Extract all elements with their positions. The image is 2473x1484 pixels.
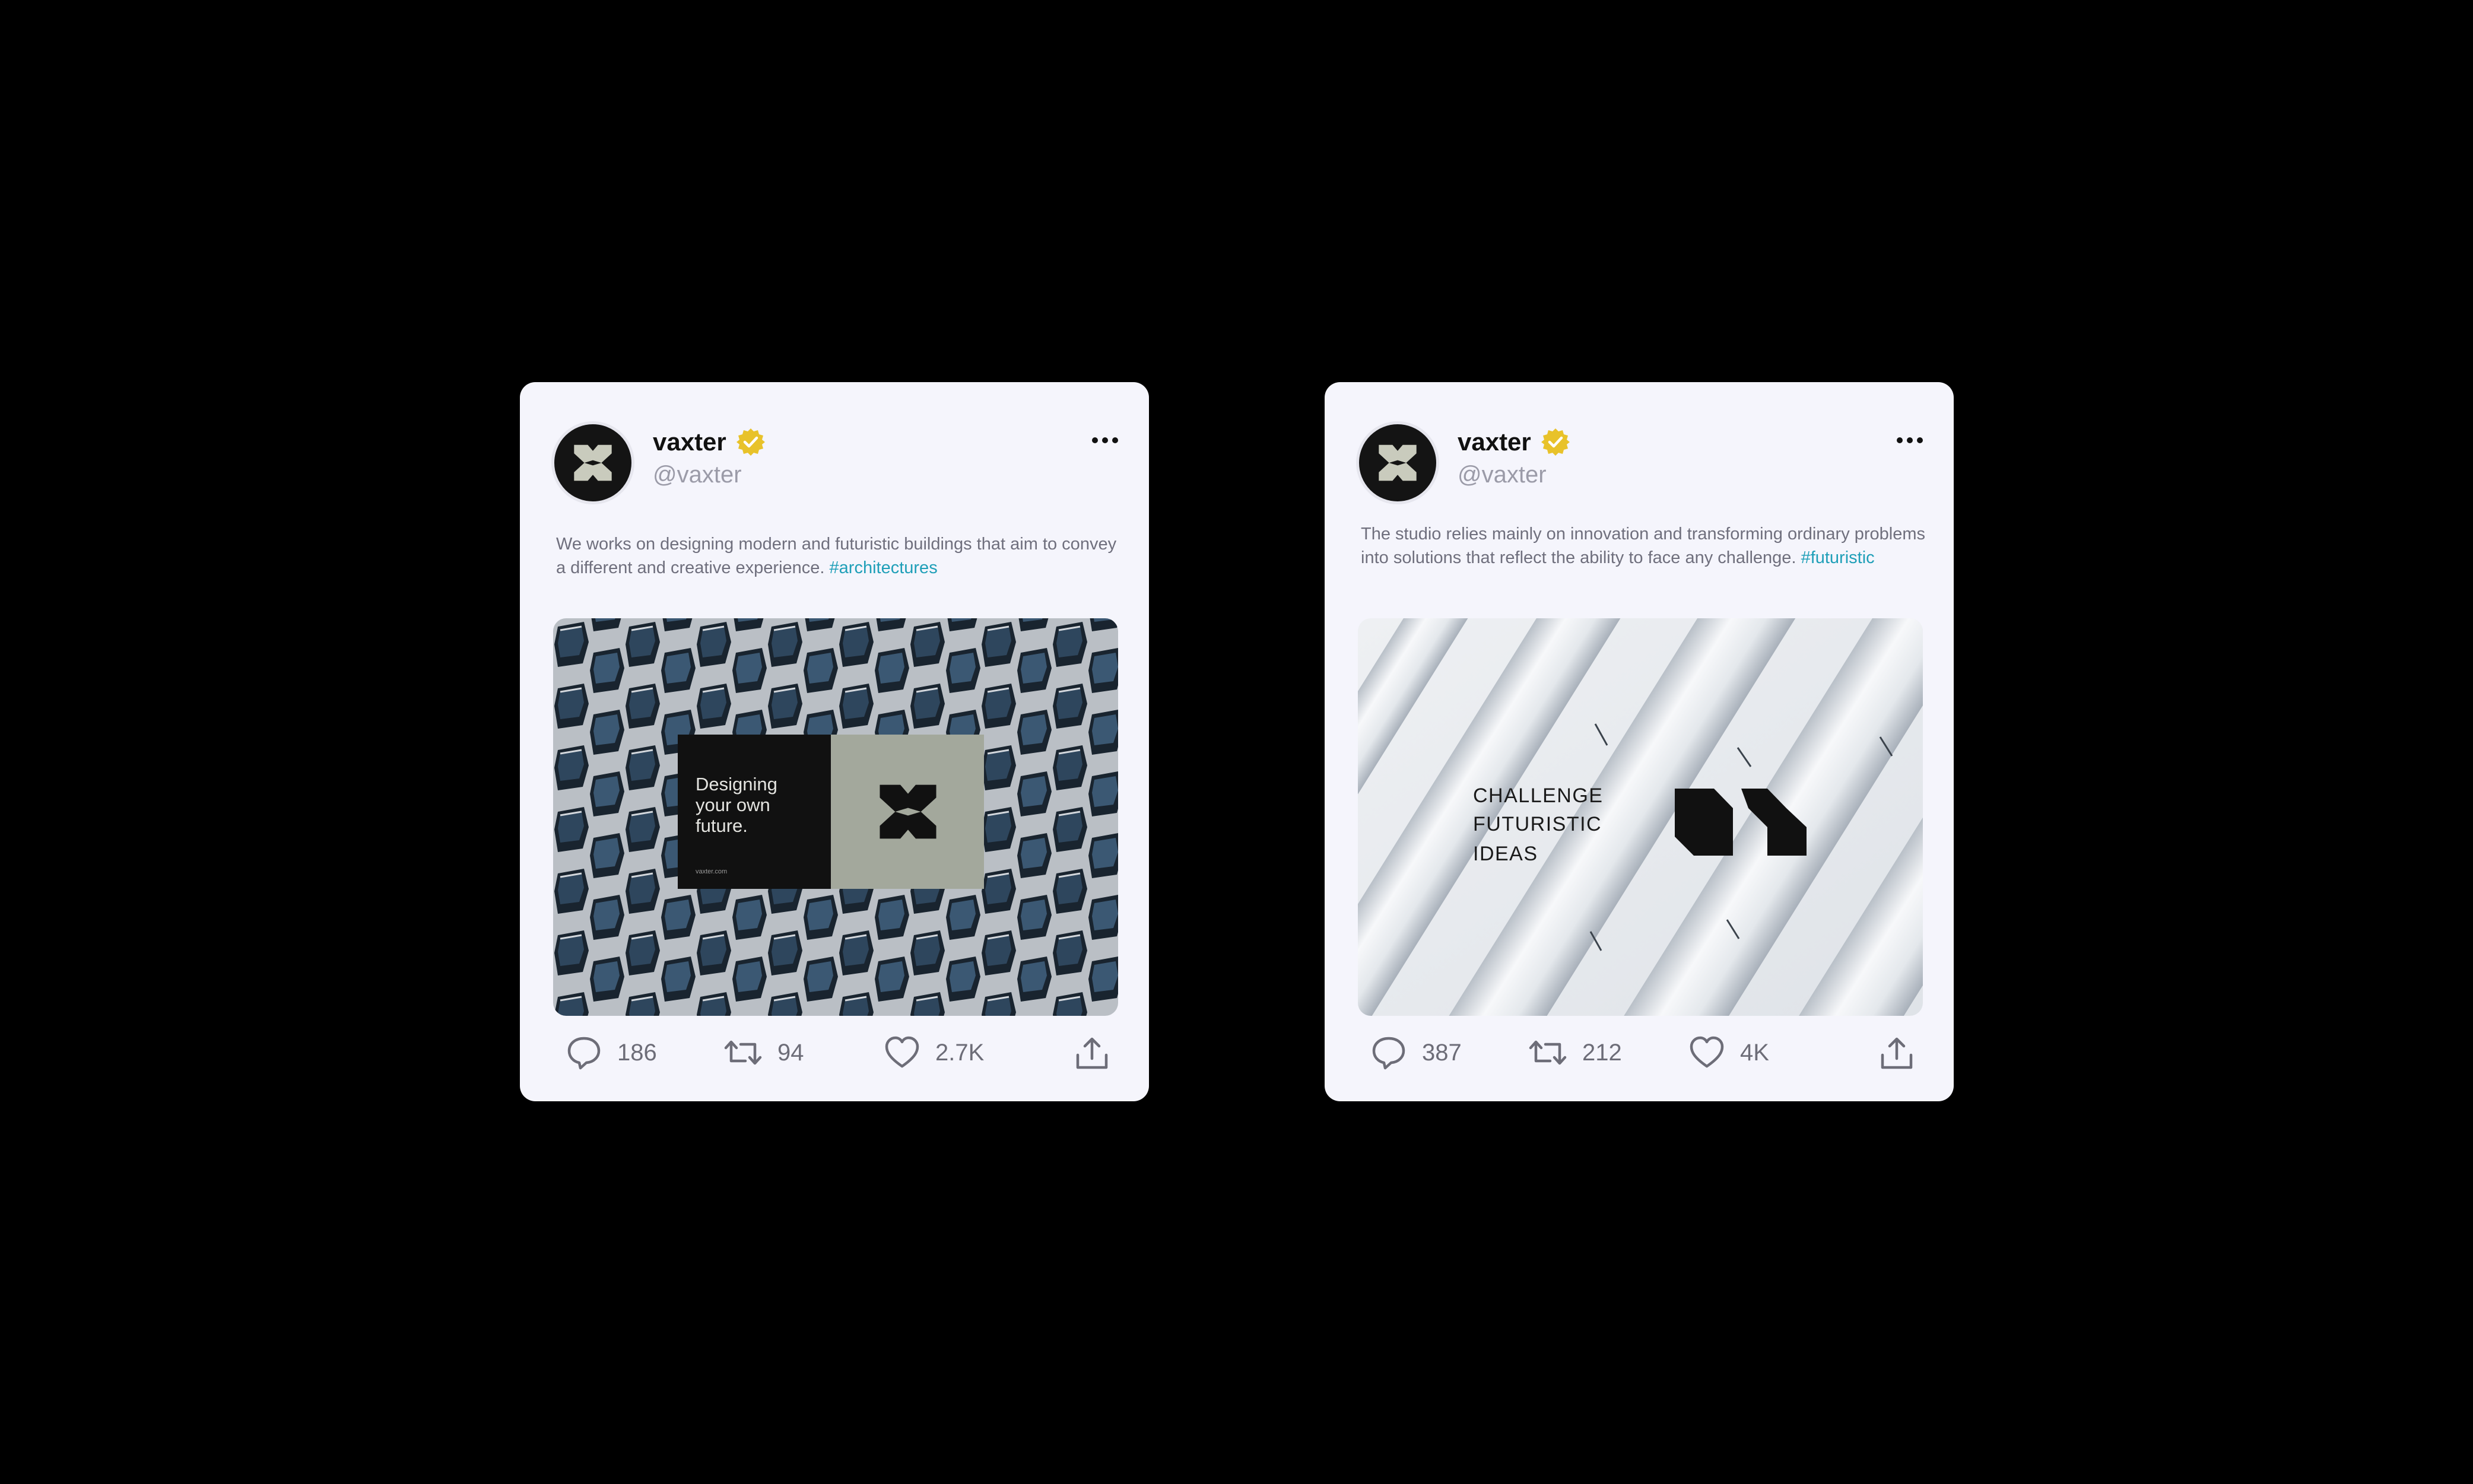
comment-button[interactable]: 387	[1371, 1031, 1462, 1074]
share-icon[interactable]	[1879, 1036, 1915, 1072]
repost-count: 212	[1582, 1039, 1622, 1066]
repost-icon	[1529, 1035, 1567, 1070]
comment-icon	[566, 1035, 602, 1070]
comment-button[interactable]: 186	[566, 1031, 657, 1074]
white-pipes-photo: CHALLENGE FUTURISTIC IDEAS	[1358, 618, 1923, 1016]
mockup-site-url: vaxter.com	[696, 868, 727, 875]
author-handle[interactable]: @vaxter	[653, 462, 742, 488]
honeycomb-facade-photo: Designing your own future. vaxter.com	[553, 618, 1118, 1016]
vaxter-logo-icon	[572, 441, 614, 484]
share-icon[interactable]	[1074, 1036, 1110, 1072]
like-count: 2.7K	[935, 1039, 985, 1066]
avatar[interactable]	[551, 421, 634, 504]
post-image[interactable]: CHALLENGE FUTURISTIC IDEAS	[1358, 618, 1923, 1016]
headline-line-2: FUTURISTIC	[1473, 813, 1602, 835]
verified-badge-icon	[736, 427, 766, 457]
comment-icon	[1371, 1035, 1407, 1070]
like-button[interactable]: 2.7K	[884, 1031, 984, 1074]
comment-count: 186	[617, 1039, 657, 1066]
author-name[interactable]: vaxter	[653, 428, 726, 456]
brand-mockup-card: Designing your own future. vaxter.com	[678, 735, 984, 889]
like-button[interactable]: 4K	[1689, 1031, 1769, 1074]
author-name[interactable]: vaxter	[1458, 428, 1531, 456]
heart-icon	[884, 1035, 920, 1070]
post-image[interactable]: Designing your own future. vaxter.com	[553, 618, 1118, 1016]
post-text: We works on designing modern and futuris…	[556, 532, 1126, 580]
repost-button[interactable]: 212	[1529, 1031, 1622, 1074]
post-card: vaxter @vaxter The studio relies mainly …	[1325, 382, 1954, 1101]
comment-count: 387	[1422, 1039, 1462, 1066]
verified-badge-icon	[1541, 427, 1570, 457]
hashtag-link[interactable]: #futuristic	[1801, 548, 1875, 567]
avatar[interactable]	[1356, 421, 1439, 504]
mockup-tagline-line-2: your own	[696, 795, 770, 815]
hashtag-link[interactable]: #architectures	[830, 558, 938, 577]
repost-icon	[724, 1035, 762, 1070]
headline-line-3: IDEAS	[1473, 843, 1538, 865]
mockup-tagline-line-3: future.	[696, 815, 748, 836]
headline-line-1: CHALLENGE	[1473, 784, 1603, 807]
repost-count: 94	[777, 1039, 804, 1066]
more-options-icon[interactable]	[1897, 436, 1923, 445]
author-handle[interactable]: @vaxter	[1458, 462, 1547, 488]
heart-icon	[1689, 1035, 1725, 1070]
more-options-icon[interactable]	[1092, 436, 1118, 445]
post-card: vaxter @vaxter We works on designing mod…	[520, 382, 1149, 1101]
post-text: The studio relies mainly on innovation a…	[1361, 522, 1931, 570]
mockup-tagline-line-1: Designing	[696, 774, 777, 795]
repost-button[interactable]: 94	[724, 1031, 804, 1074]
like-count: 4K	[1740, 1039, 1769, 1066]
vaxter-logo-icon	[1376, 441, 1419, 484]
